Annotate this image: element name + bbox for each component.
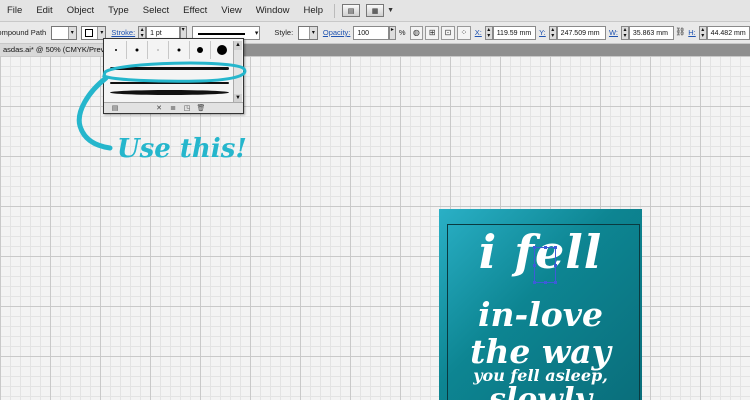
align-icon[interactable]: ⊞ — [425, 25, 440, 40]
selection-handle[interactable] — [533, 281, 536, 284]
scroll-up-icon[interactable]: ▲ — [234, 41, 242, 50]
selection-handle[interactable] — [554, 246, 557, 249]
panel-footer: ▤ ✕ ≣ ◳ 🗑 — [104, 102, 243, 113]
poster-line-2: in-love — [478, 295, 603, 334]
selection-handle[interactable] — [554, 281, 557, 284]
selection-handle[interactable] — [544, 246, 547, 249]
panel-scrollbar[interactable]: ▲ ▼ — [233, 41, 242, 103]
selection-handle[interactable] — [554, 264, 557, 267]
menu-object[interactable]: Object — [60, 5, 101, 16]
menu-separator — [334, 3, 336, 18]
reference-point-icon[interactable]: ⁘ — [456, 25, 471, 40]
style-swatch[interactable]: ▾ — [298, 25, 318, 40]
menu-file[interactable]: File — [0, 5, 29, 16]
w-label[interactable]: W: — [609, 28, 618, 37]
brush-row-charcoal[interactable] — [106, 62, 233, 75]
opacity-field[interactable]: 100 — [353, 25, 389, 40]
style-label: Style: — [274, 28, 294, 37]
h-stepper[interactable]: ▴ ▾ — [698, 25, 707, 40]
opacity-dropdown[interactable]: ▸ — [388, 25, 396, 40]
brush-libraries-icon[interactable]: ▤ — [108, 104, 122, 112]
menu-view[interactable]: View — [214, 5, 248, 16]
object-type-label: Compound Path — [0, 28, 47, 37]
arrange-documents-icon[interactable]: ▦ — [366, 4, 385, 17]
menu-edit[interactable]: Edit — [29, 5, 59, 16]
recolor-icon[interactable]: ◍ — [409, 25, 424, 40]
bridge-icon[interactable]: ▤ — [342, 4, 361, 17]
brush-options-icon[interactable]: ≣ — [166, 104, 180, 112]
y-field[interactable]: 247.509 mm — [556, 25, 606, 40]
new-brush-icon[interactable]: ◳ — [180, 104, 194, 112]
poster-artwork[interactable]: i fell in-love the way you fell asleep, … — [439, 209, 642, 400]
opacity-label[interactable]: Opacity: — [323, 28, 351, 37]
y-label[interactable]: Y: — [539, 28, 546, 37]
brush-swatch[interactable] — [169, 41, 190, 59]
brush-row-tapered[interactable] — [106, 87, 233, 100]
w-stepper[interactable]: ▴ ▾ — [621, 25, 629, 40]
poster-line-5: slowly — [489, 382, 592, 400]
menu-window[interactable]: Window — [249, 5, 297, 16]
brush-swatch[interactable] — [211, 41, 232, 59]
menu-select[interactable]: Select — [136, 5, 176, 16]
transform-icon[interactable]: ⊡ — [441, 25, 455, 40]
annotation-text: Use this! — [117, 134, 247, 164]
opacity-percent: % — [398, 28, 406, 37]
x-field[interactable]: 119.59 mm — [492, 25, 537, 40]
menu-effect[interactable]: Effect — [176, 5, 214, 16]
brush-dot-row — [106, 41, 233, 59]
menu-help[interactable]: Help — [297, 5, 331, 16]
link-icon[interactable]: ⛓ — [675, 26, 685, 40]
brush-swatch[interactable] — [106, 41, 127, 59]
x-stepper[interactable]: ▴ ▾ — [484, 25, 493, 40]
fill-swatch-icon[interactable]: ▾ — [51, 25, 77, 40]
selection-handle[interactable] — [533, 246, 536, 249]
x-label[interactable]: X: — [475, 28, 482, 37]
stroke-label[interactable]: Stroke: — [111, 28, 135, 37]
h-field[interactable]: 44.482 mm — [706, 25, 750, 40]
brush-swatch[interactable] — [127, 41, 148, 59]
menu-bar: File Edit Object Type Select Effect View… — [0, 0, 750, 22]
y-stepper[interactable]: ▴ ▾ — [548, 25, 557, 40]
menu-type[interactable]: Type — [101, 5, 136, 16]
h-label[interactable]: H: — [688, 28, 696, 37]
selection-handle[interactable] — [544, 281, 547, 284]
selection-handle[interactable] — [533, 264, 536, 267]
selection-bounding-box[interactable] — [533, 246, 557, 284]
brush-swatch[interactable] — [190, 41, 211, 59]
document-tab[interactable]: asdas.ai* @ 50% (CMYK/Previ — [0, 44, 104, 56]
delete-brush-icon[interactable]: 🗑 — [194, 104, 208, 112]
chevron-down-icon[interactable]: ▼ — [387, 7, 394, 14]
w-field[interactable]: 35.863 mm — [628, 25, 675, 40]
remove-stroke-icon[interactable]: ✕ — [152, 104, 166, 112]
brush-definition-panel: ▲ ▼ ▤ ✕ ≣ ◳ 🗑 — [103, 38, 244, 114]
brush-swatch[interactable] — [148, 41, 169, 59]
